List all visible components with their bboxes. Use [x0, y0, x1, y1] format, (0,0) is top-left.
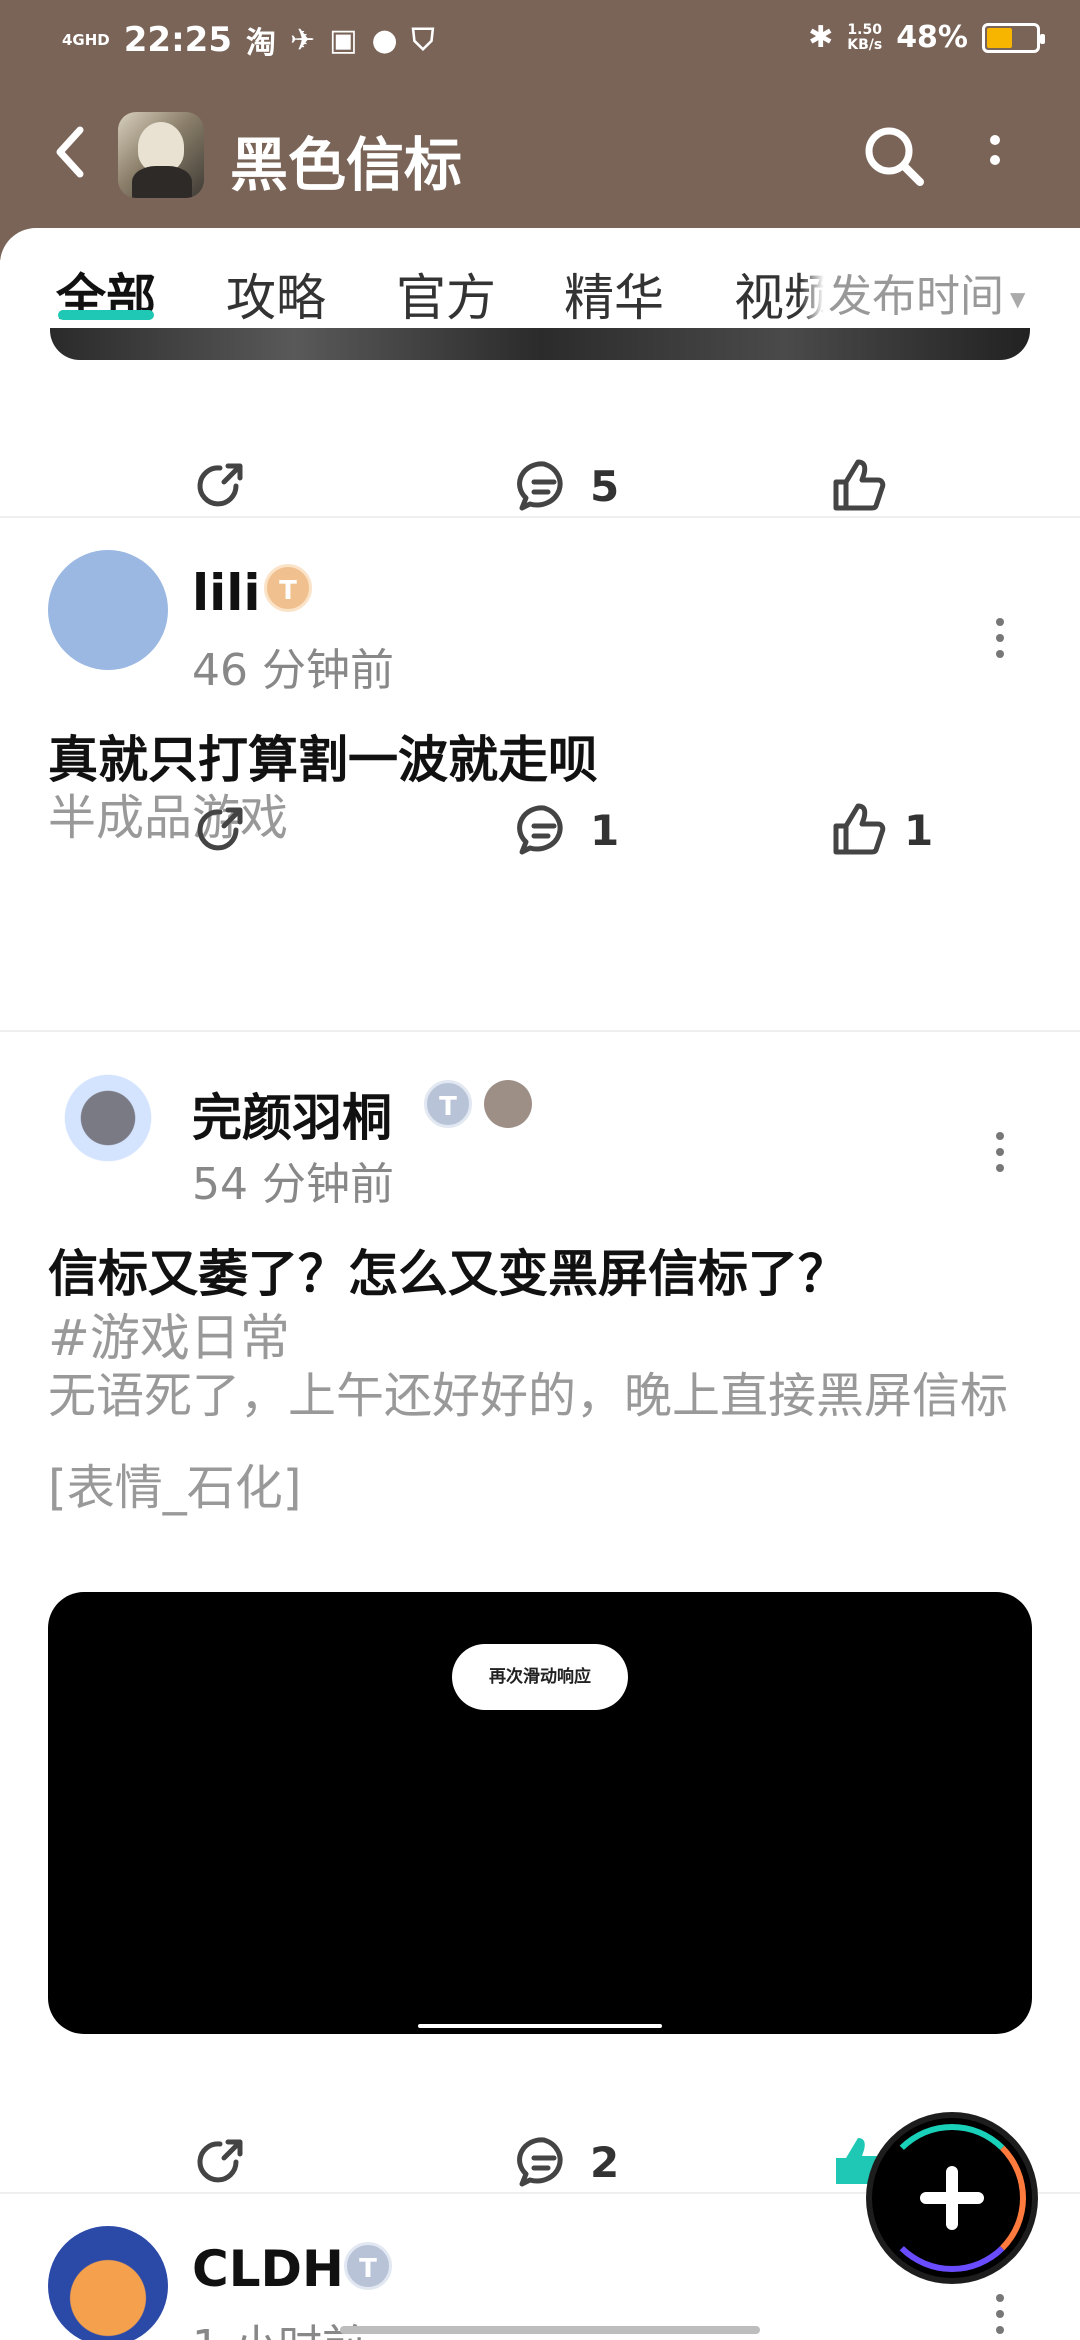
post-time: 46 分钟前: [192, 645, 394, 696]
sort-dropdown[interactable]: 发布时间 ▼: [800, 228, 1080, 338]
taobao-notification-icon: 淘: [246, 26, 276, 61]
comment-count: 5: [590, 461, 620, 511]
comment-button[interactable]: 2: [514, 2132, 619, 2192]
post-more-button[interactable]: [990, 2284, 1010, 2340]
post-image-cropped[interactable]: [50, 328, 1030, 360]
sort-label: 发布时间: [828, 271, 1004, 322]
more-vertical-icon: [996, 1132, 1004, 1172]
comment-count: 1: [590, 805, 620, 855]
page-title: 黑色信标: [230, 131, 463, 199]
comment-count: 2: [590, 2137, 620, 2187]
tab-guides[interactable]: 攻略: [226, 258, 326, 330]
comment-icon: [517, 461, 563, 511]
back-button[interactable]: [50, 122, 100, 182]
app-header: 4GHD 22:25 淘 ✈ ▣ ● ⛉ ✱ 1.50 KB/s 48% 黑色信…: [0, 0, 1080, 260]
bird-notification-icon: ✈: [290, 22, 316, 58]
chevron-down-icon: ▼: [1010, 287, 1026, 311]
user-level-badge: T: [264, 564, 312, 612]
thumbs-up-icon: [833, 803, 886, 855]
avatar[interactable]: [48, 2226, 168, 2340]
more-vertical-icon: [996, 618, 1004, 658]
battery-icon: [982, 22, 1045, 53]
active-tab-indicator: [58, 310, 154, 320]
battery-percent: 48%: [896, 20, 968, 55]
post-time: 54 分钟前: [192, 1159, 394, 1210]
share-button[interactable]: [190, 456, 250, 516]
like-button[interactable]: [828, 456, 904, 516]
status-time: 22:25: [123, 20, 232, 60]
post-more-button[interactable]: [990, 608, 1010, 668]
tab-official[interactable]: 官方: [396, 258, 496, 330]
home-indicator[interactable]: [340, 2326, 760, 2334]
video-overlay-button[interactable]: 再次滑动响应: [452, 1644, 628, 1710]
content-sheet: 全部 攻略 官方 精华 视频 发布时间 ▼ 5 lili T 46 分钟前 真就…: [0, 228, 1080, 2340]
like-count: 1: [904, 805, 934, 855]
username[interactable]: CLDH: [192, 2240, 344, 2298]
video-progress-bar: [418, 2024, 662, 2028]
more-vertical-icon: [990, 135, 1000, 165]
share-icon: [197, 463, 243, 507]
divider: [0, 516, 1080, 518]
post-more-button[interactable]: [990, 1122, 1010, 1182]
post-actions: 1 1: [0, 780, 1080, 880]
more-vertical-icon: [996, 2294, 1004, 2334]
like-button[interactable]: 1: [828, 800, 933, 860]
status-bar: 4GHD 22:25 淘 ✈ ▣ ● ⛉ ✱ 1.50 KB/s 48%: [0, 0, 1080, 80]
post-actions: 5: [0, 436, 1080, 536]
username[interactable]: 完颜羽桐: [192, 1078, 392, 1150]
search-button[interactable]: [862, 124, 926, 188]
post-title[interactable]: 信标又萎了？怎么又变黑屏信标了？: [48, 1234, 848, 1306]
user-level-badge: T: [344, 2242, 392, 2290]
inbox-notification-icon: ▣: [329, 22, 358, 58]
comment-button[interactable]: 1: [514, 800, 619, 860]
post-body[interactable]: 无语死了，上午还好好的，晚上直接黑屏信标[表情_石化]: [48, 1350, 1008, 1534]
comment-icon: [517, 805, 563, 855]
divider: [0, 1030, 1080, 1032]
username[interactable]: lili: [192, 564, 261, 622]
share-button[interactable]: [190, 2132, 250, 2192]
avatar[interactable]: [48, 550, 168, 670]
create-post-button[interactable]: [872, 2118, 1032, 2278]
tab-featured[interactable]: 精华: [564, 258, 664, 330]
search-icon: [865, 127, 924, 186]
shield-notification-icon: ⛉: [411, 22, 435, 58]
bluetooth-icon: ✱: [808, 20, 834, 55]
user-level-badge: T: [424, 1080, 472, 1128]
share-button[interactable]: [190, 800, 250, 860]
more-button[interactable]: [980, 130, 1010, 180]
share-icon: [197, 807, 243, 851]
comment-button[interactable]: 5: [514, 456, 619, 516]
chat-notification-icon: ●: [371, 22, 398, 58]
thumbs-up-icon: [833, 459, 886, 511]
video-player[interactable]: 再次滑动响应: [48, 1592, 1032, 2034]
comment-icon: [517, 2137, 563, 2187]
post-time: 1 小时前: [192, 2310, 366, 2340]
share-icon: [197, 2139, 243, 2183]
game-avatar[interactable]: [118, 112, 204, 198]
chevron-left-icon: [56, 126, 84, 178]
character-badge-icon: [484, 1080, 532, 1128]
network-speed: 1.50 KB/s: [847, 21, 883, 53]
network-indicator: 4GHD: [62, 31, 110, 49]
avatar[interactable]: [48, 1064, 168, 1184]
